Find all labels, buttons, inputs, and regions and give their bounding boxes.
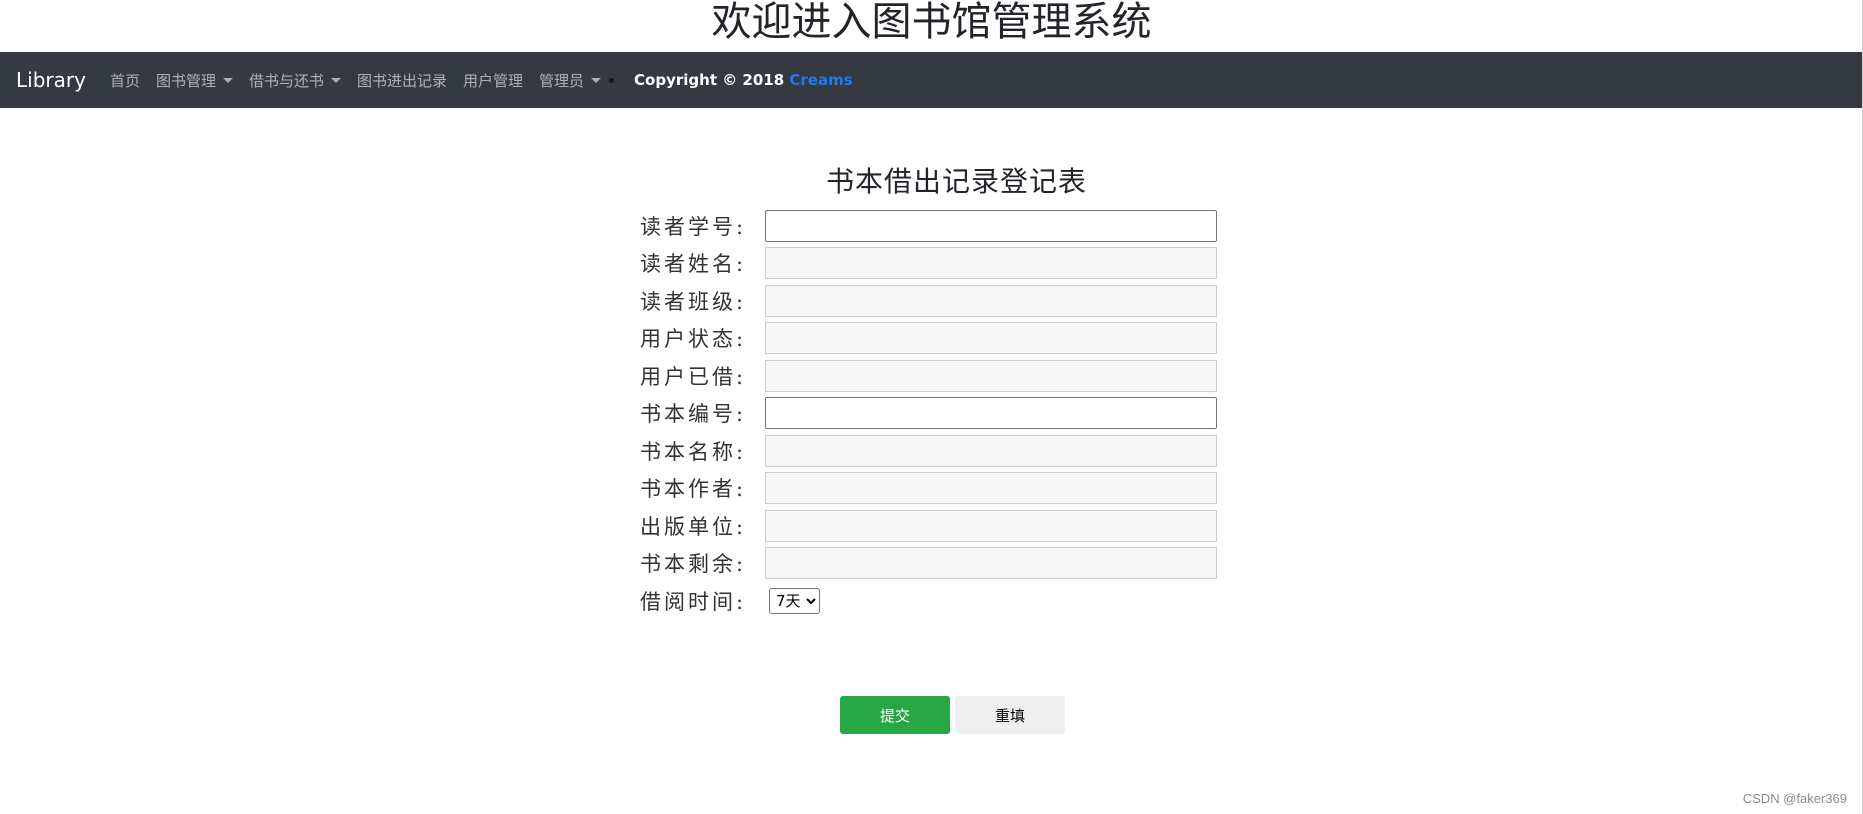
form-row-book-name: 书本名称: [640, 432, 1217, 470]
page: 欢迎进入图书馆管理系统 Library 首页 图书管理 借书与还书 图书进出记录… [0, 0, 1863, 814]
publisher-field [765, 509, 1217, 542]
field-label: 用户已借: [640, 364, 747, 389]
reset-button[interactable]: 重填 [955, 696, 1065, 734]
nav-item-book-records[interactable]: 图书进出记录 [357, 70, 447, 91]
nav-item-borrow-return[interactable]: 借书与还书 [249, 70, 341, 91]
field-label: 书本编号: [640, 402, 747, 427]
book-name-field [765, 434, 1217, 467]
form-title: 书本借出记录登记表 [825, 165, 1087, 198]
form-row-book-author: 书本作者: [640, 470, 1217, 508]
separator-dot-icon [609, 77, 615, 83]
user-borrowed-field [765, 359, 1217, 392]
nav-item-label: 管理员 [539, 71, 585, 90]
navbar: Library 首页 图书管理 借书与还书 图书进出记录 用户管理 管理员 Co… [0, 52, 1863, 108]
form-row-book-remaining: 书本剩余: [640, 545, 1217, 583]
copyright-link[interactable]: Creams [789, 71, 852, 89]
nav-item-admin[interactable]: 管理员 [539, 70, 602, 91]
nav-item-label: 首页 [109, 71, 140, 90]
form-row-reader-name: 读者姓名: [640, 245, 1217, 283]
user-status-field [765, 322, 1217, 355]
field-label: 出版单位: [640, 514, 747, 539]
form-row-reader-class: 读者班级: [640, 282, 1217, 320]
nav-item-label: 图书进出记录 [356, 71, 447, 90]
reader-id-input[interactable] [765, 209, 1217, 242]
site-title: 欢迎进入图书馆管理系统 [711, 0, 1152, 45]
field-label: 读者姓名: [640, 252, 747, 277]
caret-down-icon [591, 77, 602, 83]
field-label: 读者学号: [640, 214, 747, 239]
book-author-field [765, 472, 1217, 505]
book-id-input[interactable] [765, 397, 1217, 430]
form-row-publisher: 出版单位: [640, 507, 1217, 545]
field-label: 书本剩余: [640, 552, 747, 577]
form-row-user-status: 用户状态: [640, 320, 1217, 358]
field-label: 用户状态: [640, 327, 747, 352]
nav-item-book-management[interactable]: 图书管理 [156, 70, 233, 91]
borrow-form: 读者学号: 读者姓名: 读者班级: 用户状态: 用户已借: 书本编号: 书本名称… [640, 207, 1217, 620]
nav-item-user-management[interactable]: 用户管理 [463, 70, 523, 91]
nav-item-label: 用户管理 [463, 71, 524, 90]
copyright-prefix: Copyright © 2018 [634, 71, 790, 89]
caret-down-icon [222, 77, 233, 83]
copyright-text: Copyright © 2018 Creams [634, 71, 853, 89]
nav-item-label: 图书管理 [155, 71, 216, 90]
form-row-reader-id: 读者学号: [640, 207, 1217, 245]
reader-class-field [765, 284, 1217, 317]
field-label: 书本作者: [640, 477, 747, 502]
borrow-time-select[interactable]: 7天 [769, 587, 820, 614]
field-label: 借阅时间: [640, 589, 747, 614]
navbar-brand[interactable]: Library [16, 68, 86, 92]
book-remaining-field [765, 547, 1217, 580]
submit-button[interactable]: 提交 [840, 696, 950, 734]
form-row-book-id: 书本编号: [640, 395, 1217, 433]
nav-item-home[interactable]: 首页 [110, 70, 140, 91]
form-row-borrow-time: 借阅时间: 7天 [640, 582, 1217, 620]
field-label: 读者班级: [640, 289, 747, 314]
form-row-user-borrowed: 用户已借: [640, 357, 1217, 395]
nav-item-label: 借书与还书 [248, 71, 324, 90]
watermark: CSDN @faker369 [1742, 791, 1847, 806]
caret-down-icon [330, 77, 341, 83]
field-label: 书本名称: [640, 439, 747, 464]
reader-name-field [765, 247, 1217, 280]
